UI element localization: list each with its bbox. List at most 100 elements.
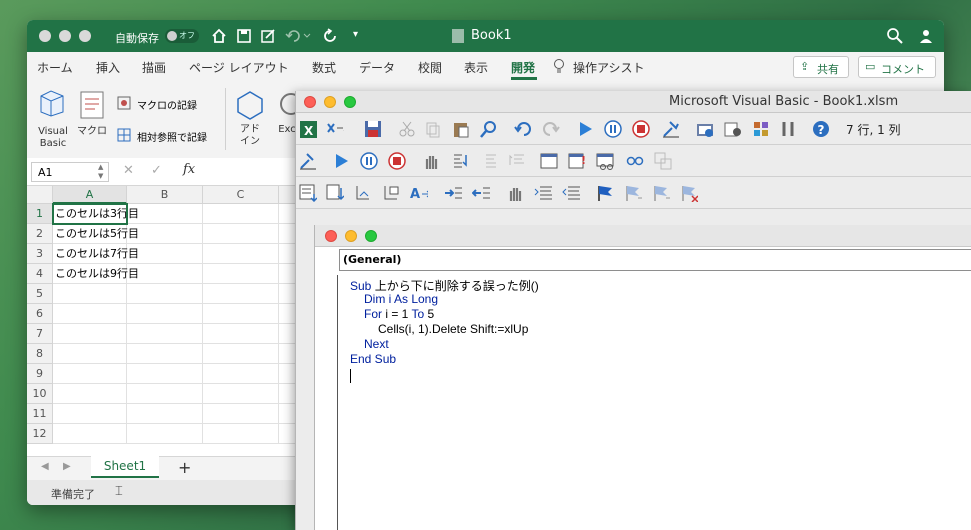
insert-module-icon[interactable]	[326, 120, 344, 138]
excel-view-icon[interactable]: X	[299, 120, 317, 138]
code-minimize-button[interactable]	[345, 230, 357, 242]
toggle-breakpoint-2-icon[interactable]	[506, 184, 524, 202]
cut-icon[interactable]	[398, 120, 416, 138]
column-header-a[interactable]: A	[53, 186, 127, 204]
tab-view[interactable]: 表示	[464, 59, 488, 76]
excel-addin-label[interactable]: Exc	[277, 124, 297, 136]
find-icon[interactable]	[480, 120, 498, 138]
formula-input[interactable]	[211, 162, 301, 182]
add-sheet-icon[interactable]: +	[178, 458, 191, 477]
design-mode-icon[interactable]	[662, 120, 680, 138]
object-browser-icon[interactable]	[752, 120, 770, 138]
reset-2-icon[interactable]	[388, 152, 406, 170]
tab-formulas[interactable]: 数式	[312, 59, 336, 76]
cell[interactable]	[203, 404, 279, 424]
cell[interactable]	[53, 324, 127, 344]
macro-icon[interactable]	[79, 90, 107, 120]
cell[interactable]	[127, 344, 203, 364]
cell[interactable]	[203, 364, 279, 384]
row-header[interactable]: 12	[27, 424, 53, 444]
save-icon[interactable]	[236, 28, 252, 44]
cell[interactable]	[53, 424, 127, 444]
toggle-bookmark-icon[interactable]	[596, 184, 614, 202]
sheet-tab-sheet1[interactable]: Sheet1	[91, 456, 159, 478]
quick-watch-icon[interactable]	[626, 152, 644, 170]
save-vbe-icon[interactable]	[364, 120, 382, 138]
row-header[interactable]: 3	[27, 244, 53, 264]
list-constants-icon[interactable]	[326, 184, 344, 202]
cell[interactable]	[53, 284, 127, 304]
row-header[interactable]: 8	[27, 344, 53, 364]
watch-window-icon[interactable]	[596, 152, 614, 170]
row-header[interactable]: 7	[27, 324, 53, 344]
previous-bookmark-icon[interactable]	[652, 184, 670, 202]
pause-icon[interactable]	[604, 120, 622, 138]
vbe-zoom-button[interactable]	[344, 96, 356, 108]
row-header[interactable]: 4	[27, 264, 53, 284]
cell[interactable]	[127, 324, 203, 344]
comments-button[interactable]: ▭ コメント	[858, 56, 936, 78]
cancel-icon[interactable]: ✕	[123, 163, 134, 178]
macro-label[interactable]: マクロ	[75, 126, 109, 138]
cell[interactable]: このセルは9行目	[53, 264, 139, 284]
clear-bookmarks-icon[interactable]	[680, 184, 698, 202]
customize-icon[interactable]: ▾	[353, 29, 358, 40]
code-editor[interactable]: Sub 上から下に削除する誤った例() Dim i As Long For i …	[337, 275, 971, 530]
cell[interactable]	[203, 424, 279, 444]
outdent-icon[interactable]	[472, 184, 490, 202]
run-2-icon[interactable]	[332, 152, 350, 170]
toggle-breakpoint-icon[interactable]	[422, 152, 440, 170]
autosave-toggle[interactable]: オフ	[165, 29, 199, 43]
tab-data[interactable]: データ	[359, 59, 395, 76]
properties-icon[interactable]	[724, 120, 742, 138]
next-sheet-icon[interactable]: ▶	[63, 461, 71, 472]
project-explorer-icon[interactable]	[696, 120, 714, 138]
tab-review[interactable]: 校閲	[418, 59, 442, 76]
cell[interactable]	[203, 304, 279, 324]
code-zoom-button[interactable]	[365, 230, 377, 242]
relative-ref-label[interactable]: 相対参照で記録	[137, 129, 207, 144]
list-properties-icon[interactable]	[299, 184, 317, 202]
cell[interactable]	[53, 304, 127, 324]
run-icon[interactable]	[576, 120, 594, 138]
tab-page-layout[interactable]: ページ レイアウト	[189, 59, 289, 76]
parameter-info-icon[interactable]	[382, 184, 400, 202]
cell[interactable]	[203, 324, 279, 344]
cell[interactable]	[53, 384, 127, 404]
tab-developer[interactable]: 開発	[511, 59, 535, 76]
tab-draw[interactable]: 描画	[142, 59, 166, 76]
zoom-button[interactable]	[79, 30, 91, 42]
minimize-button[interactable]	[59, 30, 71, 42]
cell[interactable]	[127, 424, 203, 444]
row-header[interactable]: 9	[27, 364, 53, 384]
comment-block-icon[interactable]	[534, 184, 552, 202]
reset-icon[interactable]	[632, 120, 650, 138]
cell[interactable]: このセルは7行目	[53, 244, 139, 264]
cell[interactable]	[127, 304, 203, 324]
redo-icon[interactable]	[323, 28, 339, 44]
design-mode-2-icon[interactable]	[299, 152, 317, 170]
immediate-window-icon[interactable]: !	[568, 152, 586, 170]
cell[interactable]	[203, 204, 279, 224]
close-button[interactable]	[39, 30, 51, 42]
cell[interactable]: このセルは5行目	[53, 224, 139, 244]
redo-vbe-icon[interactable]	[542, 120, 560, 138]
vbe-close-button[interactable]	[304, 96, 316, 108]
enter-icon[interactable]: ✓	[151, 163, 162, 178]
tab-insert[interactable]: 挿入	[96, 59, 120, 76]
cell[interactable]	[53, 404, 127, 424]
tab-home[interactable]: ホーム	[37, 59, 73, 76]
select-all-corner[interactable]	[27, 186, 53, 204]
locals-window-icon[interactable]	[540, 152, 558, 170]
cell[interactable]	[127, 404, 203, 424]
search-icon[interactable]	[887, 28, 903, 44]
addin-label[interactable]: アド イン	[235, 124, 265, 148]
call-stack-icon[interactable]	[654, 152, 672, 170]
uncomment-block-icon[interactable]	[562, 184, 580, 202]
cell[interactable]: このセルは3行目	[52, 203, 139, 225]
prev-sheet-icon[interactable]: ◀	[41, 461, 49, 472]
vbe-minimize-button[interactable]	[324, 96, 336, 108]
cell[interactable]	[127, 244, 203, 264]
pause-2-icon[interactable]	[360, 152, 378, 170]
help-icon[interactable]: ?	[812, 120, 830, 138]
